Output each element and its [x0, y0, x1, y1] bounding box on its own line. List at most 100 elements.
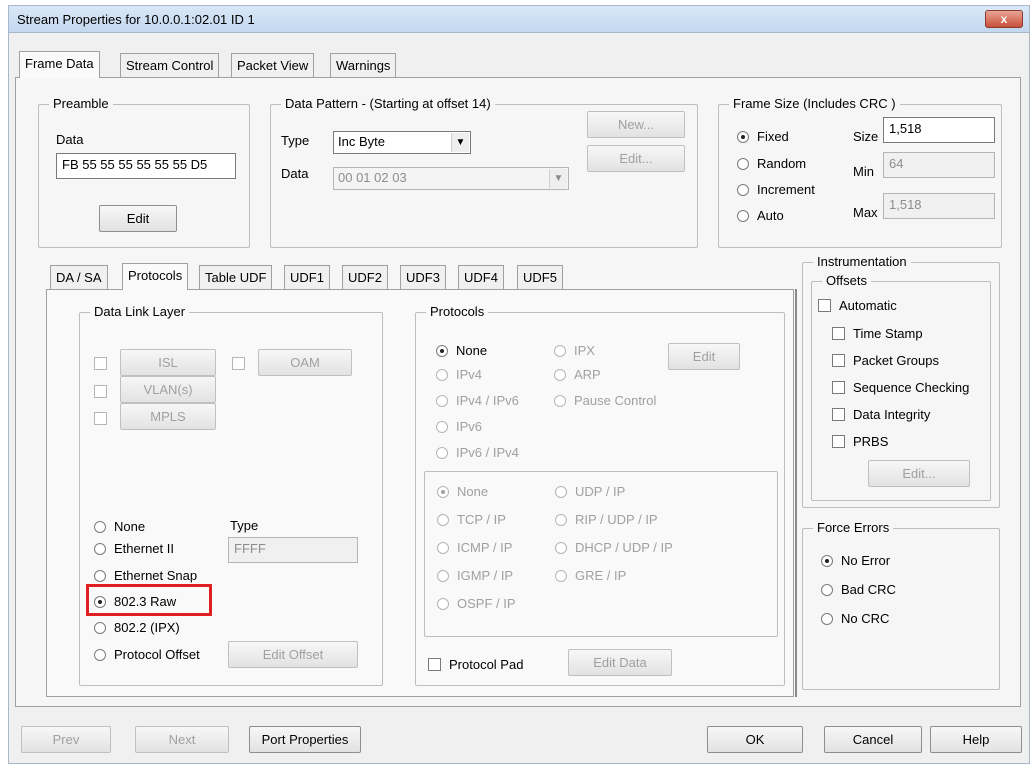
- next-button[interactable]: Next: [135, 726, 229, 753]
- subtab-udf4[interactable]: UDF4: [458, 265, 504, 290]
- dll-none-radio[interactable]: None: [94, 519, 145, 534]
- preamble-title: Preamble: [49, 96, 113, 111]
- edit-data-button[interactable]: Edit Data: [568, 649, 672, 676]
- prbs-checkbox[interactable]: PRBS: [832, 434, 888, 449]
- l3-arp-radio[interactable]: ARP: [554, 367, 601, 382]
- frame-size-min-input[interactable]: 64: [883, 152, 995, 178]
- frame-size-size-input[interactable]: 1,518: [883, 117, 995, 143]
- l3-ipv4-ipv6-radio[interactable]: IPv4 / IPv6: [436, 393, 519, 408]
- pattern-data-select[interactable]: 00 01 02 03 ▼: [333, 167, 569, 190]
- l4-udp-ip-radio[interactable]: UDP / IP: [555, 484, 625, 499]
- frame-size-size-label: Size: [853, 129, 879, 144]
- frame-size-increment-radio[interactable]: Increment: [737, 182, 815, 197]
- l4-igmp-ip-radio[interactable]: IGMP / IP: [437, 568, 513, 583]
- mpls-button[interactable]: MPLS: [120, 403, 216, 430]
- l3-ipv6-radio[interactable]: IPv6: [436, 419, 482, 434]
- stream-properties-window: Stream Properties for 10.0.0.1:02.01 ID …: [8, 5, 1030, 764]
- tab-warnings[interactable]: Warnings: [330, 53, 397, 78]
- l4-none-radio[interactable]: None: [437, 484, 488, 499]
- protocol-pad-checkbox[interactable]: Protocol Pad: [428, 657, 523, 672]
- l3-ipx-radio[interactable]: IPX: [554, 343, 595, 358]
- pattern-new-button[interactable]: New...: [587, 111, 685, 138]
- preamble-data-field[interactable]: FB 55 55 55 55 55 55 D5: [56, 153, 236, 179]
- protocols-subpanel: Data Link Layer ISL OAM VLAN(s) MPLS Non…: [46, 289, 794, 697]
- cancel-button[interactable]: Cancel: [824, 726, 922, 753]
- frame-size-group: Frame Size (Includes CRC ) Fixed Random …: [718, 96, 1002, 248]
- isl-button[interactable]: ISL: [120, 349, 216, 376]
- l4-gre-ip-radio[interactable]: GRE / IP: [555, 568, 626, 583]
- no-error-radio[interactable]: No Error: [821, 553, 890, 568]
- preamble-edit-button[interactable]: Edit: [99, 205, 177, 232]
- subtab-udf2[interactable]: UDF2: [342, 265, 388, 290]
- isl-checkbox[interactable]: [94, 357, 115, 370]
- data-pattern-title: Data Pattern - (Starting at offset 14): [281, 96, 495, 111]
- port-properties-button[interactable]: Port Properties: [249, 726, 361, 753]
- tab-stream-control[interactable]: Stream Control: [120, 53, 220, 78]
- offsets-title: Offsets: [822, 273, 871, 288]
- dll-ethernet-ii-radio[interactable]: Ethernet II: [94, 541, 174, 556]
- subtab-da-sa[interactable]: DA / SA: [50, 265, 108, 290]
- dll-802-3-raw-radio[interactable]: 802.3 Raw: [94, 594, 176, 609]
- oam-checkbox[interactable]: [232, 357, 253, 370]
- l3-ipv6-ipv4-radio[interactable]: IPv6 / IPv4: [436, 445, 519, 460]
- window-title: Stream Properties for 10.0.0.1:02.01 ID …: [17, 12, 255, 27]
- packet-groups-checkbox[interactable]: Packet Groups: [832, 353, 939, 368]
- no-crc-radio[interactable]: No CRC: [821, 611, 889, 626]
- mpls-checkbox[interactable]: [94, 412, 115, 425]
- l4-tcp-ip-radio[interactable]: TCP / IP: [437, 512, 506, 527]
- tab-frame-data[interactable]: Frame Data: [19, 51, 100, 78]
- subtab-udf1[interactable]: UDF1: [284, 265, 330, 290]
- frame-size-random-radio[interactable]: Random: [737, 156, 806, 171]
- pattern-type-select[interactable]: Inc Byte ▼: [333, 131, 471, 154]
- bad-crc-radio[interactable]: Bad CRC: [821, 582, 896, 597]
- edit-offset-button[interactable]: Edit Offset: [228, 641, 358, 668]
- l4-icmp-ip-radio[interactable]: ICMP / IP: [437, 540, 512, 555]
- subtab-udf5[interactable]: UDF5: [517, 265, 563, 290]
- chevron-down-icon: ▼: [549, 169, 567, 188]
- instrumentation-group: Instrumentation Offsets Automatic Time S…: [802, 254, 1000, 508]
- help-button[interactable]: Help: [930, 726, 1022, 753]
- time-stamp-checkbox[interactable]: Time Stamp: [832, 326, 923, 341]
- frame-size-max-label: Max: [853, 205, 878, 220]
- dll-type-input[interactable]: FFFF: [228, 537, 358, 563]
- close-button[interactable]: x: [985, 10, 1023, 28]
- automatic-checkbox[interactable]: Automatic: [818, 298, 897, 313]
- l4-ospf-ip-radio[interactable]: OSPF / IP: [437, 596, 516, 611]
- vlan-button[interactable]: VLAN(s): [120, 376, 216, 403]
- frame-size-max-input[interactable]: 1,518: [883, 193, 995, 219]
- pattern-data-value: 00 01 02 03: [338, 170, 407, 185]
- oam-button[interactable]: OAM: [258, 349, 352, 376]
- prev-button[interactable]: Prev: [21, 726, 111, 753]
- pattern-data-label: Data: [281, 166, 309, 181]
- l4-dhcp-udp-ip-radio[interactable]: DHCP / UDP / IP: [555, 540, 673, 555]
- subtab-udf3[interactable]: UDF3: [400, 265, 446, 290]
- tab-packet-view[interactable]: Packet View: [231, 53, 315, 78]
- dll-802-2-ipx-radio[interactable]: 802.2 (IPX): [94, 620, 180, 635]
- data-link-layer-title: Data Link Layer: [90, 304, 190, 319]
- protocols-group: Protocols None IPX IPv4 ARP IPv4 / IPv6 …: [415, 304, 785, 686]
- frame-size-auto-radio[interactable]: Auto: [737, 208, 784, 223]
- vlan-checkbox[interactable]: [94, 385, 115, 398]
- l3-pause-control-radio[interactable]: Pause Control: [554, 393, 656, 408]
- data-link-layer-group: Data Link Layer ISL OAM VLAN(s) MPLS Non…: [79, 304, 383, 686]
- preamble-group: Preamble Data FB 55 55 55 55 55 55 D5 Ed…: [38, 96, 250, 248]
- frame-data-panel: Preamble Data FB 55 55 55 55 55 55 D5 Ed…: [15, 77, 1021, 707]
- dll-ethernet-snap-radio[interactable]: Ethernet Snap: [94, 568, 197, 583]
- dll-type-label: Type: [230, 518, 259, 533]
- protocols-edit-button[interactable]: Edit: [668, 343, 740, 370]
- l3-ipv4-radio[interactable]: IPv4: [436, 367, 482, 382]
- instrumentation-edit-button[interactable]: Edit...: [868, 460, 970, 487]
- ok-button[interactable]: OK: [707, 726, 803, 753]
- l3-none-radio[interactable]: None: [436, 343, 487, 358]
- force-errors-group: Force Errors No Error Bad CRC No CRC: [802, 520, 1000, 690]
- sequence-checking-checkbox[interactable]: Sequence Checking: [832, 380, 969, 395]
- dll-protocol-offset-radio[interactable]: Protocol Offset: [94, 647, 200, 662]
- title-bar: Stream Properties for 10.0.0.1:02.01 ID …: [9, 6, 1029, 33]
- pattern-edit-button[interactable]: Edit...: [587, 145, 685, 172]
- data-integrity-checkbox[interactable]: Data Integrity: [832, 407, 930, 422]
- subtab-protocols[interactable]: Protocols: [122, 263, 189, 290]
- subtab-table-udf[interactable]: Table UDF: [199, 265, 273, 290]
- l4-rip-udp-ip-radio[interactable]: RIP / UDP / IP: [555, 512, 658, 527]
- chevron-down-icon: ▼: [451, 133, 469, 152]
- frame-size-fixed-radio[interactable]: Fixed: [737, 129, 789, 144]
